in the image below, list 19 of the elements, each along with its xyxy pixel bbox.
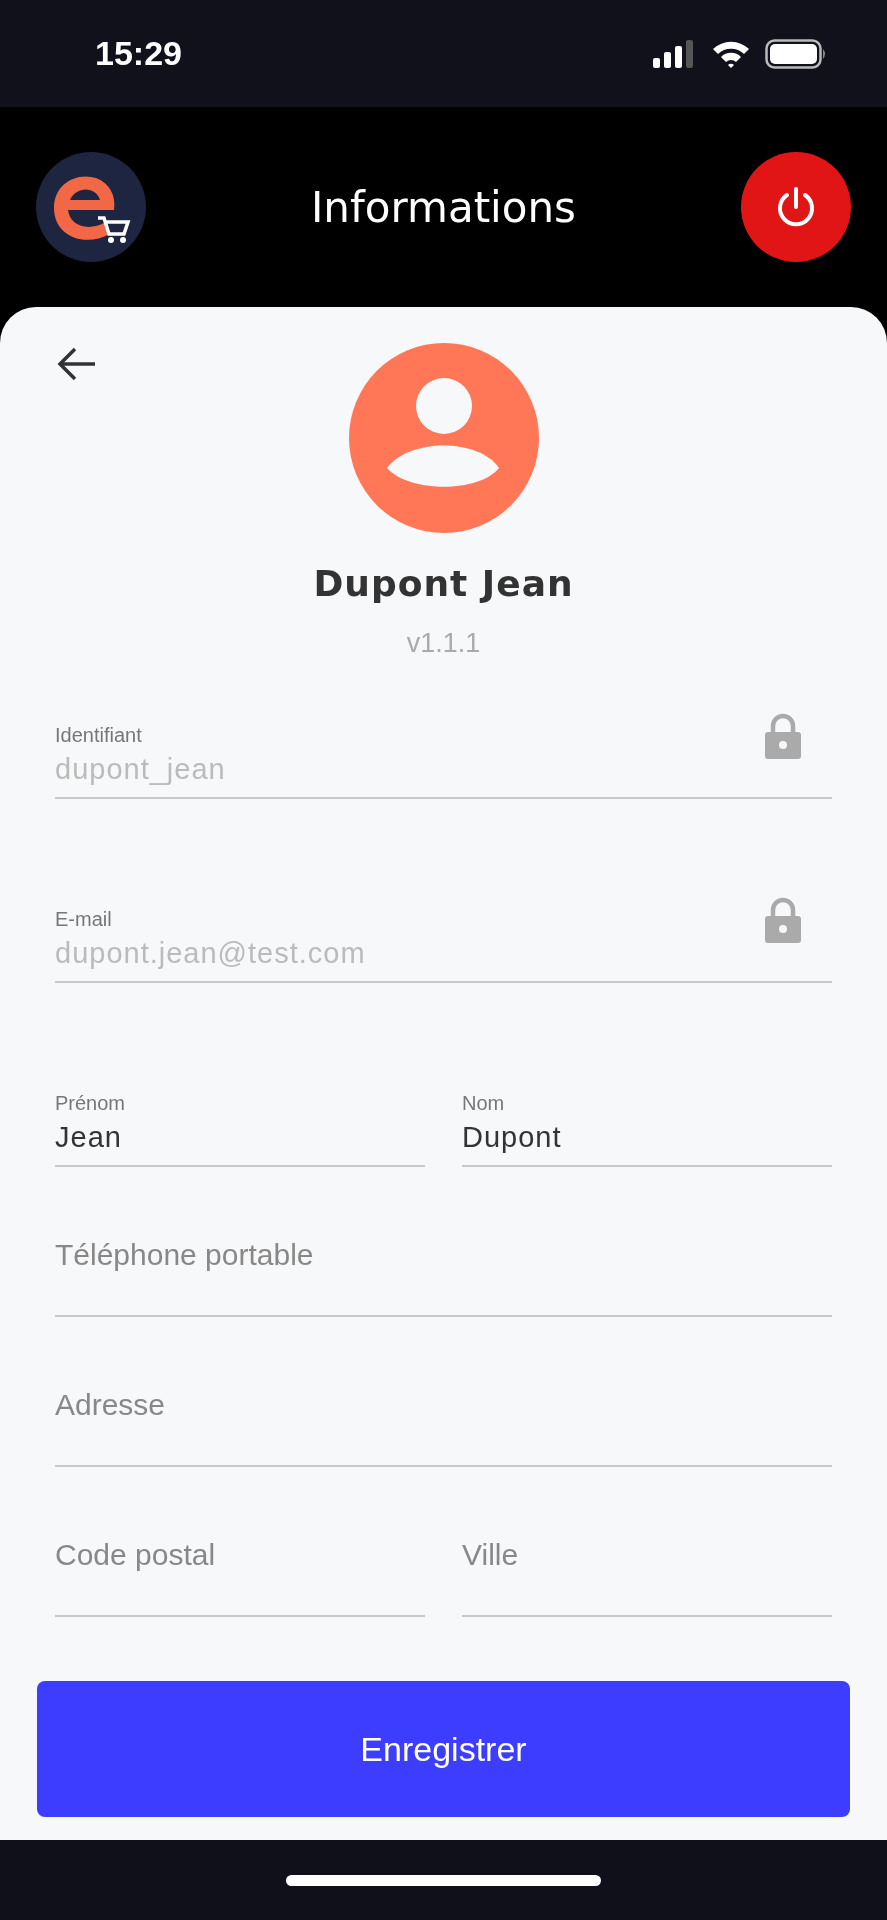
user-name: Dupont Jean xyxy=(312,563,575,604)
clock-time: 15:29 xyxy=(95,34,182,73)
avatar-icon xyxy=(348,343,539,533)
input-field[interactable]: Adresse xyxy=(55,1385,832,1425)
save-button[interactable]: Enregistrer xyxy=(37,1681,850,1817)
version-label: v1.1.1 xyxy=(405,628,482,659)
lock-icon xyxy=(764,897,802,943)
input-field[interactable]: Code postal xyxy=(55,1535,425,1575)
field-label: Nom xyxy=(462,1092,506,1115)
screen-title: Informations xyxy=(311,182,576,232)
battery-icon xyxy=(765,38,827,69)
input-field[interactable]: Ville xyxy=(462,1535,832,1575)
lock-icon xyxy=(764,713,802,759)
input-field[interactable]: Dupont xyxy=(462,1115,832,1165)
field-label: E-mail xyxy=(55,908,113,931)
field-label: Prénom xyxy=(55,1092,127,1115)
input-field[interactable]: Téléphone portable xyxy=(55,1235,832,1275)
input-field[interactable]: Jean xyxy=(55,1115,425,1165)
field-label: Identifiant xyxy=(55,724,143,747)
